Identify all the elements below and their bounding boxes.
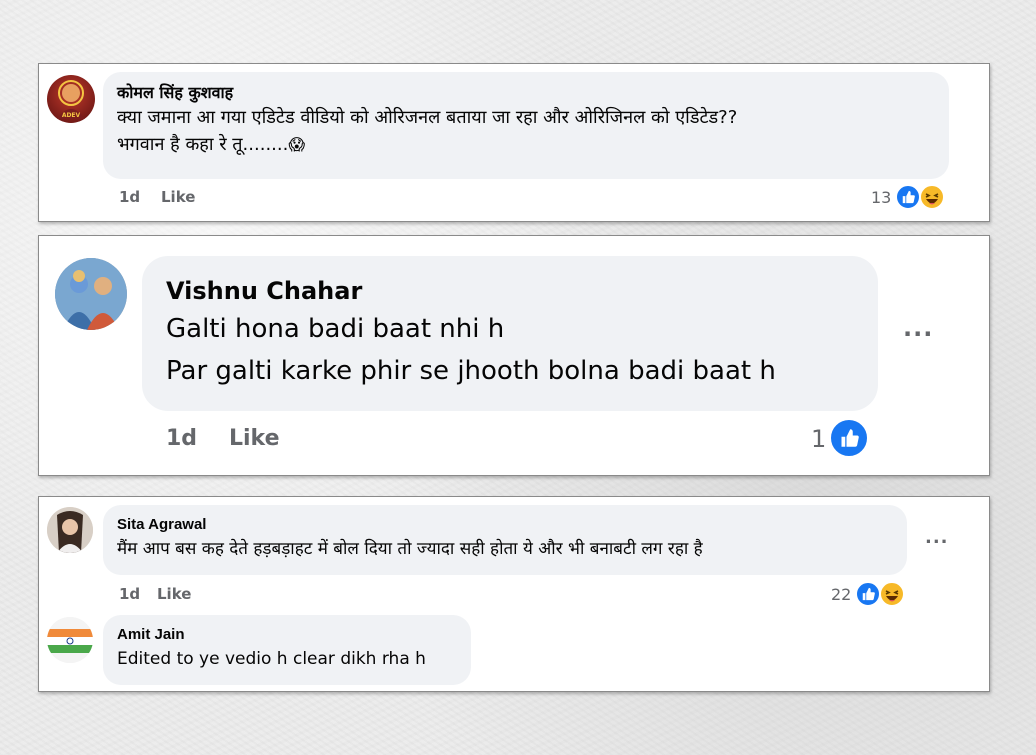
like-button[interactable]: Like xyxy=(161,188,195,206)
reaction-count[interactable]: 1 xyxy=(811,425,826,453)
like-icon xyxy=(829,418,869,458)
avatar[interactable] xyxy=(47,507,93,553)
comment-text-line: क्या जमाना आ गया एडिटेड वीडियो को ओरिजनल… xyxy=(117,107,738,128)
like-button[interactable]: Like xyxy=(157,585,191,603)
avatar-caption: ADEV xyxy=(61,112,81,119)
avatar[interactable] xyxy=(55,258,127,330)
comment-card-1: ADEV कोमल सिंह कुशवाह क्या जमाना आ गया ए… xyxy=(38,63,990,222)
reaction-count[interactable]: 22 xyxy=(831,585,851,604)
face-screaming-emoji: 😱 xyxy=(288,135,306,154)
haha-icon xyxy=(879,581,905,607)
avatar[interactable] xyxy=(47,617,93,663)
haha-icon xyxy=(919,184,945,210)
more-options-button[interactable]: ... xyxy=(925,527,949,548)
comment-text-line: भगवान है कहा रे तू........😱 xyxy=(117,131,935,158)
comment-card-3: Sita Agrawal मैंम आप बस कह देते हड़बड़ाह… xyxy=(38,496,990,692)
comment-text-line: Par galti karke phir se jhooth bolna bad… xyxy=(166,356,776,386)
comment-time[interactable]: 1d xyxy=(119,585,140,603)
comment-author[interactable]: कोमल सिंह कुशवाह xyxy=(117,82,935,104)
comment-text-line: Galti hona badi baat nhi h xyxy=(166,314,505,344)
comment-time[interactable]: 1d xyxy=(166,426,197,451)
comment-text-span: भगवान है कहा रे तू........ xyxy=(117,134,289,155)
reaction-count[interactable]: 13 xyxy=(871,188,891,207)
comment-author[interactable]: Amit Jain xyxy=(117,625,457,645)
comment-bubble: Sita Agrawal मैंम आप बस कह देते हड़बड़ाह… xyxy=(103,505,907,575)
more-options-button[interactable]: ... xyxy=(903,314,933,342)
avatar[interactable]: ADEV xyxy=(47,75,95,123)
comment-author[interactable]: Vishnu Chahar xyxy=(166,274,854,308)
comment-author[interactable]: Sita Agrawal xyxy=(117,515,893,535)
comment-time[interactable]: 1d xyxy=(119,188,140,206)
reply-bubble: Amit Jain Edited to ye vedio h clear dik… xyxy=(103,615,471,685)
comment-bubble: Vishnu Chahar Galti hona badi baat nhi h… xyxy=(142,256,878,411)
like-icon xyxy=(895,184,921,210)
comment-text-line: Edited to ye vedio h clear dikh rha h xyxy=(117,649,426,669)
like-icon xyxy=(855,581,881,607)
comment-bubble: कोमल सिंह कुशवाह क्या जमाना आ गया एडिटेड… xyxy=(103,72,949,179)
comment-text-line: मैंम आप बस कह देते हड़बड़ाहट में बोल दिय… xyxy=(117,539,703,559)
comment-card-2: Vishnu Chahar Galti hona badi baat nhi h… xyxy=(38,235,990,476)
like-button[interactable]: Like xyxy=(229,426,280,451)
